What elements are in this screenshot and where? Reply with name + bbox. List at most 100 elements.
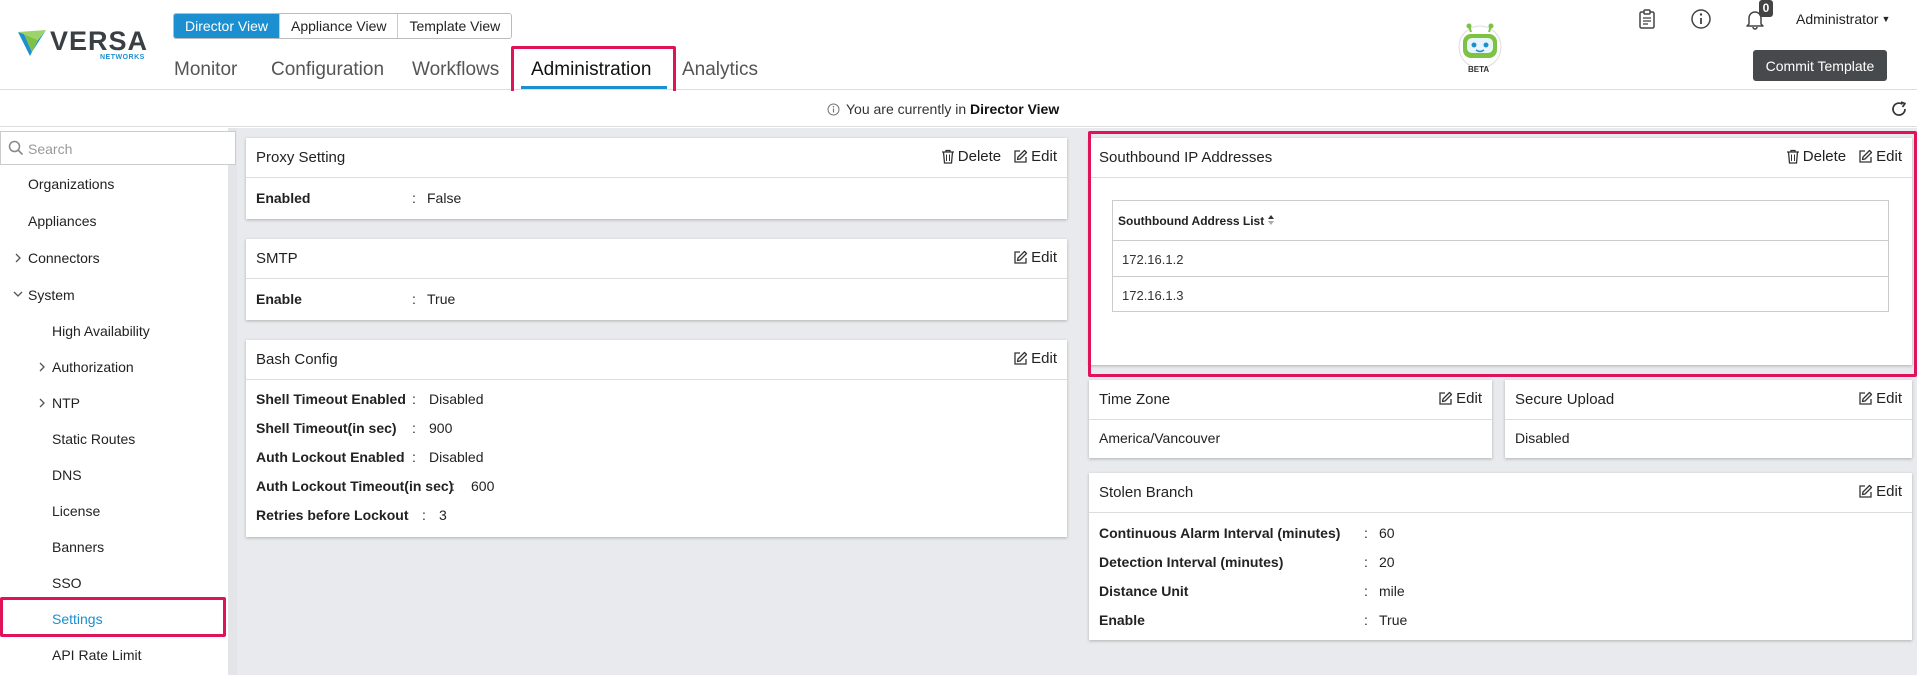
search-icon	[8, 140, 24, 156]
sidebar-item-organizations[interactable]: Organizations	[28, 176, 114, 192]
nav-tab-workflows[interactable]: Workflows	[412, 50, 499, 90]
chevron-right-icon	[39, 398, 45, 408]
kv-separator: :	[422, 507, 426, 523]
edit-label: Edit	[1456, 390, 1482, 407]
appliance-view-button[interactable]: Appliance View	[280, 14, 399, 38]
sidebar-item-appliances[interactable]: Appliances	[28, 213, 97, 229]
sidebar-item-static-routes[interactable]: Static Routes	[52, 431, 135, 447]
info-icon[interactable]	[1690, 8, 1712, 30]
view-info-bar: You are currently in Director View	[0, 91, 1917, 127]
kv-label: Retries before Lockout	[256, 507, 409, 523]
beta-label: BETA	[1468, 65, 1490, 74]
sidebar-search	[0, 131, 236, 165]
edit-icon	[1014, 250, 1028, 264]
kv-value: False	[427, 190, 462, 206]
card-title: SMTP	[256, 250, 298, 267]
sidebar-item-banners[interactable]: Banners	[52, 539, 104, 555]
card-title: Secure Upload	[1515, 391, 1615, 408]
kv-value: 3	[439, 507, 447, 523]
sidebar-item-system[interactable]: System	[12, 287, 75, 303]
kv-separator: :	[412, 420, 416, 436]
kv-separator: :	[412, 449, 416, 465]
kv-label: Enabled	[256, 190, 311, 206]
kv-separator: :	[412, 190, 416, 206]
edit-button[interactable]: Edit	[1438, 390, 1482, 407]
chevron-right-icon	[39, 362, 45, 372]
sidebar-item-high-availability[interactable]: High Availability	[52, 323, 150, 339]
time-zone-value: America/Vancouver	[1099, 430, 1221, 446]
nav-tab-monitor[interactable]: Monitor	[174, 50, 237, 90]
edit-icon	[1014, 351, 1028, 365]
edit-label: Edit	[1876, 390, 1902, 407]
card-title: Stolen Branch	[1099, 484, 1194, 501]
logo-wordmark: VERSA	[50, 26, 149, 56]
kv-label: Auth Lockout Timeout(in sec)	[256, 478, 454, 494]
kv-label: Enable	[256, 291, 302, 307]
sidebar-item-ntp[interactable]: NTP	[36, 395, 80, 411]
edit-button[interactable]: Edit	[1013, 148, 1057, 165]
card-title: Bash Config	[256, 351, 338, 368]
kv-label: Enable	[1099, 612, 1145, 628]
sidebar-item-license[interactable]: License	[52, 503, 100, 519]
user-menu[interactable]: Administrator ▼	[1796, 11, 1890, 27]
proxy-setting-card: Proxy Setting Delete Edit Enabled : Fals…	[246, 138, 1067, 219]
edit-icon	[1439, 391, 1453, 405]
kv-value: Disabled	[429, 391, 484, 407]
view-message-prefix: You are currently in	[846, 101, 967, 117]
sidebar-item-api-rate-limit[interactable]: API Rate Limit	[52, 647, 141, 663]
robot-icon	[1458, 23, 1502, 68]
sidebar: Organizations Appliances Connectors Syst…	[0, 128, 237, 675]
kv-value: Disabled	[429, 449, 484, 465]
trash-icon	[941, 149, 954, 164]
card-header: Bash Config Edit	[246, 340, 1067, 380]
kv-value: 20	[1379, 554, 1395, 570]
search-input[interactable]	[28, 138, 223, 160]
sidebar-item-connectors[interactable]: Connectors	[12, 250, 100, 266]
kv-value: True	[427, 291, 456, 307]
refresh-icon[interactable]	[1890, 100, 1908, 118]
bash-config-card: Bash Config Edit Shell Timeout Enabled :…	[246, 340, 1067, 537]
secure-upload-card: Secure Upload Edit Disabled	[1505, 380, 1912, 458]
nav-tab-configuration[interactable]: Configuration	[271, 50, 384, 90]
delete-button[interactable]: Delete	[941, 148, 1001, 165]
kv-value: True	[1379, 612, 1408, 628]
clipboard-icon[interactable]	[1636, 8, 1658, 30]
secure-upload-value: Disabled	[1515, 430, 1570, 446]
time-zone-card: Time Zone Edit America/Vancouver	[1089, 380, 1492, 458]
kv-label: Shell Timeout(in sec)	[256, 420, 397, 436]
edit-icon	[1859, 484, 1873, 498]
edit-label: Edit	[1031, 249, 1057, 266]
card-header: SMTP Edit	[246, 239, 1067, 279]
sidebar-item-dns[interactable]: DNS	[52, 467, 82, 483]
director-view-button[interactable]: Director View	[174, 14, 280, 38]
notification-count-badge: 0	[1759, 0, 1773, 17]
smtp-card: SMTP Edit Enable : True	[246, 239, 1067, 320]
nav-tab-analytics[interactable]: Analytics	[682, 50, 758, 90]
sidebar-item-label: NTP	[52, 395, 80, 411]
current-view-message: You are currently in Director View	[827, 101, 1059, 117]
view-message-view: Director View	[970, 101, 1060, 117]
chevron-down-icon	[13, 291, 23, 297]
administration-highlight-box	[511, 46, 676, 97]
kv-label: Shell Timeout Enabled	[256, 391, 406, 407]
kv-separator: :	[412, 391, 416, 407]
kv-value: 600	[471, 478, 495, 494]
template-view-button[interactable]: Template View	[398, 14, 512, 38]
commit-template-button[interactable]: Commit Template	[1753, 50, 1887, 81]
edit-button[interactable]: Edit	[1858, 390, 1902, 407]
versa-logo[interactable]: VERSA NETWORKS	[16, 24, 147, 64]
sidebar-item-sso[interactable]: SSO	[52, 575, 82, 591]
kv-value: 60	[1379, 525, 1395, 541]
kv-separator: :	[451, 478, 455, 494]
sidebar-item-label: Connectors	[28, 250, 100, 266]
edit-button[interactable]: Edit	[1013, 350, 1057, 367]
delete-label: Delete	[957, 148, 1002, 165]
edit-label: Edit	[1031, 350, 1057, 367]
sidebar-item-label: Authorization	[52, 359, 134, 375]
assistant-bot[interactable]: BETA	[1451, 22, 1509, 80]
edit-button[interactable]: Edit	[1858, 483, 1902, 500]
kv-value: 900	[429, 420, 453, 436]
kv-separator: :	[412, 291, 416, 307]
edit-button[interactable]: Edit	[1013, 249, 1057, 266]
sidebar-item-authorization[interactable]: Authorization	[36, 359, 134, 375]
